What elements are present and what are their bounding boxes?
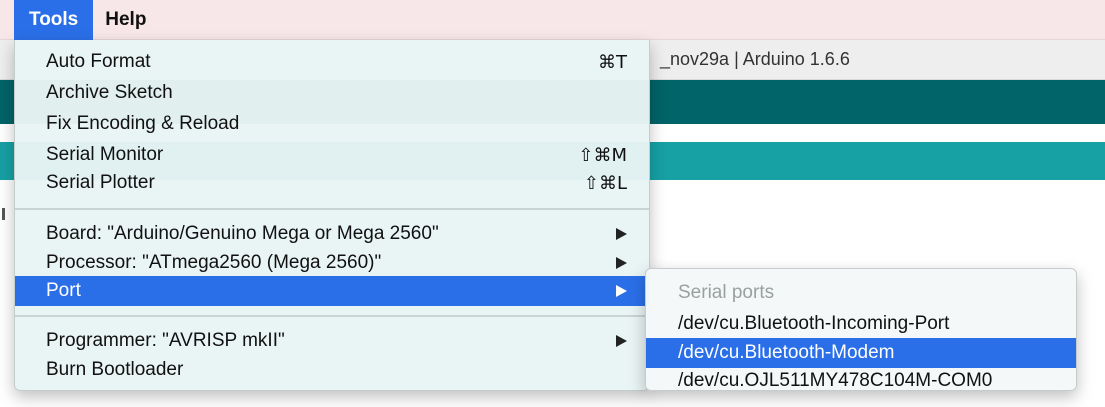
- menu-bar: Tools Help: [0, 0, 1105, 40]
- menu-item-label: Auto Format: [46, 51, 151, 72]
- submenu-header: Serial ports: [678, 282, 775, 303]
- menu-item-processor[interactable]: Processor: "ATmega2560 (Mega 2560)": [15, 248, 649, 278]
- menu-item-label: Serial Monitor: [46, 144, 164, 165]
- menu-item-label: Burn Bootloader: [46, 359, 184, 380]
- menu-item-label: Fix Encoding & Reload: [46, 113, 240, 134]
- menu-item-label: Processor: "ATmega2560 (Mega 2560)": [46, 252, 382, 273]
- port-option-label: /dev/cu.Bluetooth-Modem: [678, 342, 895, 363]
- menu-item-serial-monitor[interactable]: Serial Monitor ⇧⌘M: [15, 140, 649, 170]
- submenu-arrow-icon: [616, 228, 627, 240]
- menu-item-port[interactable]: Port: [15, 276, 649, 306]
- port-submenu: Serial ports /dev/cu.Bluetooth-Incoming-…: [645, 268, 1077, 391]
- menu-item-label: Serial Plotter: [46, 172, 155, 193]
- menu-help[interactable]: Help: [93, 0, 158, 40]
- menu-item-auto-format[interactable]: Auto Format ⌘T: [15, 47, 649, 77]
- submenu-arrow-icon: [616, 257, 627, 269]
- menu-separator: [15, 208, 649, 210]
- menu-item-fix-encoding[interactable]: Fix Encoding & Reload: [15, 109, 649, 139]
- menu-item-label: Programmer: "AVRISP mkII": [46, 330, 285, 351]
- submenu-arrow-icon: [616, 335, 627, 347]
- submenu-arrow-icon: [616, 285, 627, 297]
- editor-text-fragment: [2, 208, 5, 220]
- port-option[interactable]: /dev/cu.OJL511MY478C104M-COM0: [646, 366, 1076, 396]
- menu-item-programmer[interactable]: Programmer: "AVRISP mkII": [15, 326, 649, 356]
- shortcut-label: ⇧⌘L: [583, 172, 627, 194]
- menu-tools[interactable]: Tools: [14, 0, 94, 40]
- menu-item-label: Port: [46, 280, 81, 301]
- shortcut-label: ⌘T: [598, 51, 627, 73]
- port-option-label: /dev/cu.OJL511MY478C104M-COM0: [678, 370, 993, 391]
- menu-item-label: Board: "Arduino/Genuino Mega or Mega 256…: [46, 223, 439, 244]
- tools-menu: Auto Format ⌘T Archive Sketch Fix Encodi…: [14, 40, 650, 391]
- menu-item-board[interactable]: Board: "Arduino/Genuino Mega or Mega 256…: [15, 219, 649, 249]
- shortcut-label: ⇧⌘M: [578, 144, 627, 166]
- port-option-selected[interactable]: /dev/cu.Bluetooth-Modem: [646, 338, 1076, 368]
- menu-item-serial-plotter[interactable]: Serial Plotter ⇧⌘L: [15, 168, 649, 198]
- port-option[interactable]: /dev/cu.Bluetooth-Incoming-Port: [646, 309, 1076, 339]
- menu-separator: [15, 315, 649, 317]
- menu-item-label: Archive Sketch: [46, 82, 173, 103]
- port-option-label: /dev/cu.Bluetooth-Incoming-Port: [678, 313, 950, 334]
- menu-item-burn-bootloader[interactable]: Burn Bootloader: [15, 355, 649, 385]
- menu-item-archive-sketch[interactable]: Archive Sketch: [15, 78, 649, 108]
- window-title: _nov29a | Arduino 1.6.6: [660, 49, 850, 69]
